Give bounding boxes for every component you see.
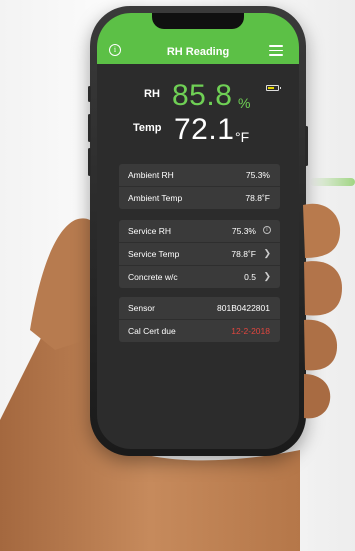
chevron-right-icon[interactable]: ❯ <box>263 271 271 282</box>
list-item-cal-cert: Cal Cert due 12-2-2018 <box>119 320 280 342</box>
app-screen: i RH Reading RH 85.8 % Temp 72.1 °F Ambi… <box>97 13 299 449</box>
rh-unit: % <box>238 95 251 111</box>
service-temp-value: 78.8˚F <box>231 249 256 259</box>
chevron-right-icon[interactable]: ❯ <box>263 248 271 259</box>
hamburger-menu-icon[interactable] <box>269 45 283 56</box>
ambient-card: Ambient RH 75.3% Ambient Temp 78.8˚F <box>119 164 280 209</box>
service-rh-label: Service RH <box>128 226 171 236</box>
temp-label: Temp <box>133 122 162 134</box>
phone-frame: i RH Reading RH 85.8 % Temp 72.1 °F Ambi… <box>88 6 308 456</box>
phone-power-button <box>305 126 308 166</box>
battery-icon <box>266 85 281 91</box>
concrete-wc-value: 0.5 <box>244 272 256 282</box>
sensor-label: Sensor <box>128 303 155 313</box>
list-item-service-temp[interactable]: Service Temp 78.8˚F ❯ <box>119 243 280 266</box>
info-icon[interactable]: i <box>263 226 271 234</box>
temp-unit: °F <box>235 129 250 145</box>
list-item-concrete-wc[interactable]: Concrete w/c 0.5 ❯ <box>119 266 280 288</box>
list-item-sensor: Sensor 801B0422801 <box>119 297 280 320</box>
ambient-temp-label: Ambient Temp <box>128 193 183 203</box>
sensor-card: Sensor 801B0422801 Cal Cert due 12-2-201… <box>119 297 280 342</box>
sensor-value: 801B0422801 <box>217 303 270 313</box>
service-temp-label: Service Temp <box>128 249 180 259</box>
service-card: Service RH 75.3% i Service Temp 78.8˚F ❯… <box>119 220 280 288</box>
rh-label: RH <box>144 88 160 100</box>
rh-value: 85.8 <box>172 79 233 112</box>
ambient-temp-value: 78.8˚F <box>245 193 270 203</box>
background-streak <box>310 178 355 186</box>
ambient-rh-label: Ambient RH <box>128 170 174 180</box>
phone-notch <box>152 13 244 29</box>
cal-cert-value: 12-2-2018 <box>231 326 270 336</box>
ambient-rh-value: 75.3% <box>245 170 270 180</box>
concrete-wc-label: Concrete w/c <box>128 272 178 282</box>
phone-side-button <box>88 86 91 102</box>
phone-volume-up <box>88 114 91 142</box>
list-item-service-rh[interactable]: Service RH 75.3% i <box>119 220 280 243</box>
service-rh-value: 75.3% <box>231 226 256 236</box>
list-item-ambient-temp: Ambient Temp 78.8˚F <box>119 187 280 209</box>
list-item-ambient-rh: Ambient RH 75.3% <box>119 164 280 187</box>
phone-volume-down <box>88 148 91 176</box>
cal-cert-label: Cal Cert due <box>128 326 176 336</box>
temp-value: 72.1 <box>174 113 235 146</box>
